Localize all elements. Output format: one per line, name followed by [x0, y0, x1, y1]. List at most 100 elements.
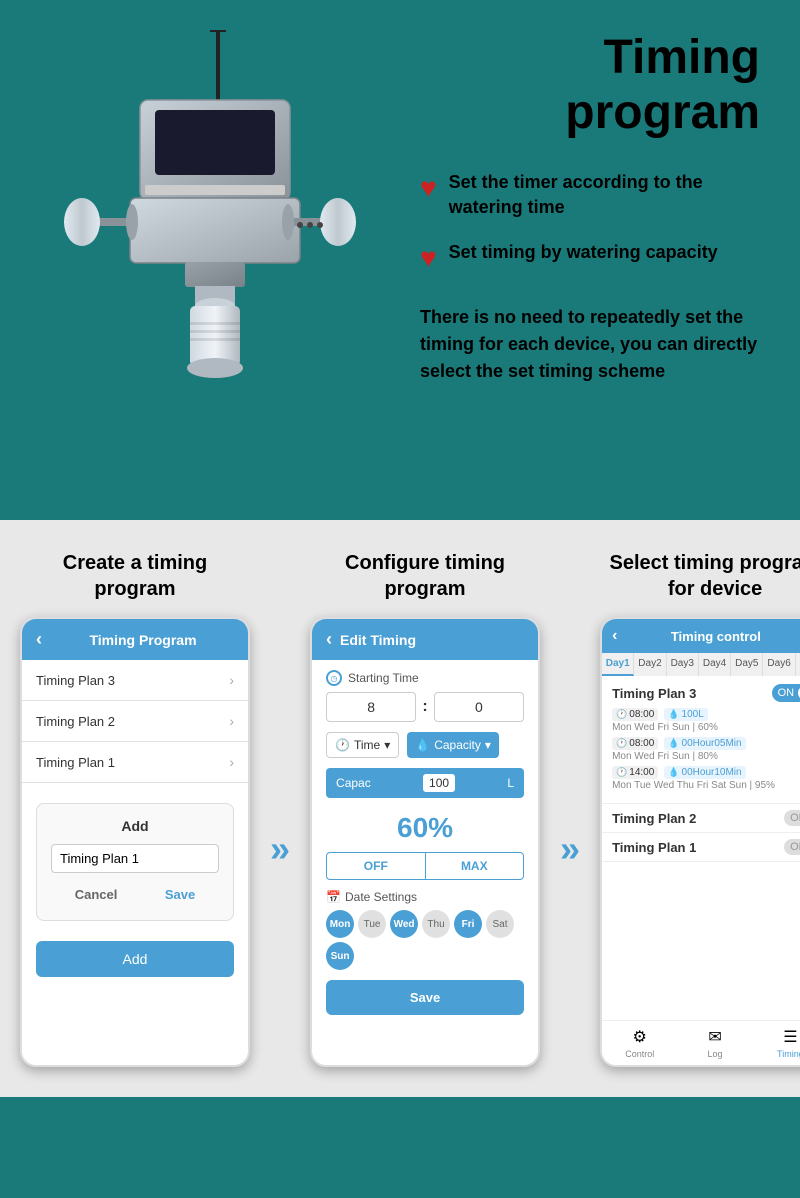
nav-timing[interactable]: ☰ Timing [753, 1027, 800, 1059]
plan2-toggle[interactable]: OFF [784, 810, 800, 826]
off-button[interactable]: OFF [327, 853, 425, 879]
clock-icon-2: 🕐 [335, 738, 350, 752]
step2-title: Configure timing program [345, 550, 505, 602]
day-mon[interactable]: Mon [326, 910, 354, 938]
forward-arrow-1: » [270, 828, 290, 870]
day-fri[interactable]: Fri [454, 910, 482, 938]
capacity-value: 100 [423, 774, 455, 792]
timing-entry-2: 🕐 08:00 💧 00Hour05Min Mon Wed Fri Sun | … [612, 737, 800, 762]
percent-display: 60% [326, 804, 524, 852]
phone2-title: Edit Timing [340, 632, 416, 648]
back-icon-1[interactable]: ‹ [36, 629, 42, 650]
tab-day2[interactable]: Day2 [634, 653, 666, 676]
day-sat[interactable]: Sat [486, 910, 514, 938]
day-thu[interactable]: Thu [422, 910, 450, 938]
timing-plan3-section: Timing Plan 3 ON 🕐 08:00 💧 [602, 676, 800, 804]
plan3-name: Timing Plan 3 [612, 686, 696, 701]
plan-name-input[interactable] [51, 844, 219, 873]
capacity-unit: L [507, 776, 514, 790]
capacity-bar-container: Capac 100 L [326, 768, 524, 798]
plan-name-3: Timing Plan 1 [36, 755, 115, 770]
capacity-bar: Capac 100 L [326, 768, 524, 798]
date-settings-label: 📅 Date Settings [326, 890, 524, 904]
tab-day4[interactable]: Day4 [699, 653, 731, 676]
clock-icon-entry3: 🕐 [616, 767, 627, 778]
time-badge-3: 🕐 14:00 [612, 766, 658, 779]
time-select[interactable]: 🕐 Time ▾ [326, 732, 399, 758]
drop-icon-1: 💧 [668, 709, 679, 720]
plan3-toggle[interactable]: ON [772, 684, 800, 702]
nav-control[interactable]: ⚙ Control [602, 1027, 677, 1059]
time-inputs: 8 : 0 [326, 692, 524, 722]
plan-chevron-3: › [229, 754, 234, 770]
tab-day1[interactable]: Day1 [602, 653, 634, 676]
step-column-3: Select timing program for device ‹ Timin… [600, 550, 800, 1067]
feature-item-2: ♥ Set timing by watering capacity [420, 240, 780, 274]
feature-item-1: ♥ Set the timer according to the waterin… [420, 170, 780, 220]
step-column-1: Create a timing program ‹ Timing Program… [20, 550, 250, 1067]
tab-day6[interactable]: Day6 [763, 653, 795, 676]
on-label: ON [778, 687, 795, 699]
capacity-text: Capac [336, 776, 371, 790]
control-icon: ⚙ [633, 1027, 647, 1047]
dialog-buttons: Cancel Save [51, 883, 219, 906]
log-icon: ✉ [708, 1027, 721, 1047]
plan-item-2[interactable]: Timing Plan 2 › [22, 701, 248, 742]
day-tue[interactable]: Tue [358, 910, 386, 938]
arrow-1: » [270, 550, 290, 1067]
heart-icon-2: ♥ [420, 242, 437, 274]
time-badge-1: 🕐 08:00 [612, 708, 658, 721]
plan-chevron-2: › [229, 713, 234, 729]
add-button[interactable]: Add [36, 941, 234, 977]
minute-input[interactable]: 0 [434, 692, 524, 722]
day-wed[interactable]: Wed [390, 910, 418, 938]
tab-day5[interactable]: Day5 [731, 653, 763, 676]
bottom-nav: ⚙ Control ✉ Log ☰ Timing [602, 1020, 800, 1065]
dropdown-arrow-cap: ▾ [485, 738, 491, 752]
drop-icon-3: 💧 [668, 767, 679, 778]
plan1-toggle[interactable]: OFF [784, 839, 800, 855]
cancel-button[interactable]: Cancel [63, 883, 130, 906]
edit-section: ◷ Starting Time 8 : 0 🕐 Time ▾ [312, 660, 538, 1033]
feature-text-1: Set the timer according to the watering … [449, 170, 780, 220]
save-button[interactable]: Save [153, 883, 207, 906]
drop-icon-2: 💧 [668, 738, 679, 749]
timing-sub-1: Mon Wed Fri Sun | 60% [612, 722, 800, 733]
hour-input[interactable]: 8 [326, 692, 416, 722]
device-illustration [40, 30, 380, 450]
add-dialog: Add Cancel Save [36, 803, 234, 921]
nav-log-label: Log [708, 1049, 723, 1059]
phone2-screen: ‹ Edit Timing ◷ Starting Time 8 : 0 [310, 617, 540, 1067]
back-icon-3[interactable]: ‹ [612, 627, 617, 645]
plan-name-1: Timing Plan 3 [36, 673, 115, 688]
nav-timing-label: Timing [777, 1049, 800, 1059]
time-badge-2: 🕐 08:00 [612, 737, 658, 750]
plan-item-3[interactable]: Timing Plan 1 › [22, 742, 248, 783]
arrow-2: » [560, 550, 580, 1067]
description-text: There is no need to repeatedly set the t… [420, 304, 780, 385]
timing-icon: ☰ [783, 1027, 797, 1047]
back-icon-2[interactable]: ‹ [326, 629, 332, 650]
nav-control-label: Control [625, 1049, 654, 1059]
tab-day7[interactable]: Day7 [796, 653, 800, 676]
save-timing-button[interactable]: Save [326, 980, 524, 1015]
timing-entry-3: 🕐 14:00 💧 00Hour10Min Mon Tue Wed Thu Fr… [612, 766, 800, 791]
tab-day3[interactable]: Day3 [667, 653, 699, 676]
phone1-header: ‹ Timing Program [22, 619, 248, 660]
plan3-header-row: Timing Plan 3 ON [612, 684, 800, 702]
plan-name-2: Timing Plan 2 [36, 714, 115, 729]
max-button[interactable]: MAX [425, 853, 524, 879]
step1-title: Create a timing program [63, 550, 207, 602]
nav-log[interactable]: ✉ Log [677, 1027, 752, 1059]
plan-item-1[interactable]: Timing Plan 3 › [22, 660, 248, 701]
off-label-2: OFF [790, 812, 800, 824]
feature-text-2: Set timing by watering capacity [449, 240, 718, 265]
off-label-1: OFF [790, 841, 800, 853]
off-max-row: OFF MAX [326, 852, 524, 880]
day-sun[interactable]: Sun [326, 942, 354, 970]
capacity-select[interactable]: 💧 Capacity ▾ [407, 732, 499, 758]
time-separator: : [422, 698, 427, 716]
calendar-icon: 📅 [326, 890, 341, 904]
timing-entry-1: 🕐 08:00 💧 100L Mon Wed Fri Sun | 60% [612, 708, 800, 733]
cap-badge-2: 💧 00Hour05Min [664, 737, 745, 750]
